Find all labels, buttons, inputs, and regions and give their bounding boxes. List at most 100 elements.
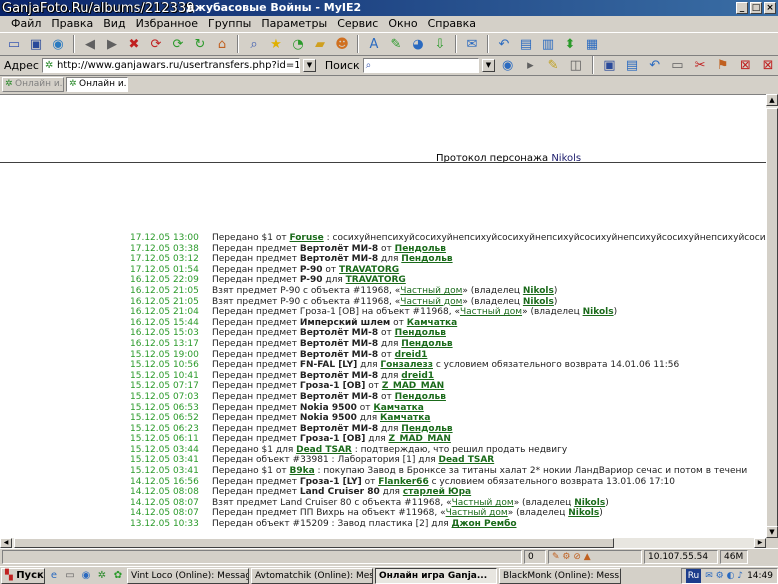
player-link[interactable]: Foruse [289,233,323,243]
back-icon[interactable]: ◀ [80,34,100,54]
desktop-icon[interactable]: ▭ [63,569,77,583]
tab-online-1[interactable]: ✲ Онлайн и... [2,77,64,92]
forward-icon[interactable]: ▶ [102,34,122,54]
stop-icon[interactable]: ✖ [124,34,144,54]
highlight-icon[interactable]: ✎ [386,34,406,54]
search-input[interactable]: ⌕ [362,57,480,73]
messenger-icon[interactable]: ✿ [111,569,125,583]
highlight-search-icon[interactable]: ✎ [543,55,563,75]
vertical-scrollbar[interactable]: ▲ ▼ [766,94,778,538]
search-options-icon[interactable]: ▸ [521,55,541,75]
task-vint-loco[interactable]: Vint Loco (Online): Messag... [127,567,249,584]
task-avtomatchik[interactable]: Avtomatchik (Online): Mes... [251,567,373,584]
task-blackmonk[interactable]: BlackMonk (Online): Mess... [499,567,621,584]
refresh-current-icon[interactable]: ↻ [190,34,210,54]
player-link[interactable]: Z_MAD_MAN [388,434,450,444]
grid-icon[interactable]: ▦ [582,34,602,54]
page-view-icon[interactable]: ▭ [668,55,688,75]
menu-help[interactable]: Справка [423,16,481,32]
object-link[interactable]: Частный дом [446,508,508,518]
object-link[interactable]: Частный дом [400,286,462,296]
player-link[interactable]: Nikols [583,307,614,317]
scroll-down-icon[interactable]: ▼ [766,526,778,538]
player-link[interactable]: Dead TSAR [438,455,494,465]
search-icon[interactable]: ⌕ [244,34,264,54]
player-link[interactable]: Пендольв [401,339,452,349]
player-link[interactable]: Z_MAD_MAN [382,381,444,391]
player-link[interactable]: Камчатка [373,403,423,413]
object-link[interactable]: Частный дом [452,498,514,508]
player-link[interactable]: Nikols [523,286,554,296]
history-icon[interactable]: ◔ [288,34,308,54]
browser-quick-icon[interactable]: ◉ [79,569,93,583]
font-icon[interactable]: A [364,34,384,54]
player-link[interactable]: Камчатка [380,413,430,423]
user-icon[interactable]: ☻ [332,34,352,54]
player-link[interactable]: Джон Рембо [452,519,517,529]
favorites-icon[interactable]: ★ [266,34,286,54]
refresh-all-icon[interactable]: ⟳ [168,34,188,54]
refresh-icon[interactable]: ⟳ [146,34,166,54]
search-go-icon[interactable]: ◉ [498,55,518,75]
search-dropdown-button[interactable]: ▼ [482,58,495,72]
back-nav-icon[interactable]: ↶ [645,55,665,75]
player-link[interactable]: Flanker66 [378,477,429,487]
scroll-right-icon[interactable]: ▶ [754,538,766,548]
home-icon[interactable]: ⌂ [212,34,232,54]
tab-online-2[interactable]: ✲ Онлайн и... [66,77,128,92]
close-tab-icon[interactable]: ⊠ [736,55,756,75]
menu-file[interactable]: Файл [6,16,46,32]
layout-icon[interactable]: ▤ [516,34,536,54]
player-link[interactable]: Dead TSAR [296,445,352,455]
tray-icons[interactable]: ✉ ⚙ ◐ ♪ [705,569,743,583]
scroll-left-icon[interactable]: ◀ [0,538,12,548]
maximize-button[interactable]: □ [750,2,762,14]
player-link[interactable]: Nikols [568,508,599,518]
menu-view[interactable]: Вид [98,16,130,32]
clear-search-icon[interactable]: ◫ [566,55,586,75]
address-input[interactable]: ✲ http://www.ganjawars.ru/usertransfers.… [41,57,300,73]
player-link[interactable]: dreid1 [395,350,428,360]
globe-icon[interactable]: ◉ [48,34,68,54]
download-icon[interactable]: ⇩ [430,34,450,54]
scroll-thumb[interactable] [766,108,778,528]
player-link[interactable]: Пендольв [401,424,452,434]
menu-favorites[interactable]: Избранное [131,16,203,32]
language-indicator[interactable]: Ru [685,568,702,583]
player-link[interactable]: Пендольв [395,392,446,402]
player-link[interactable]: Nikols [523,297,554,307]
player-link[interactable]: TRAVATORG [339,265,399,275]
undo-icon[interactable]: ↶ [494,34,514,54]
player-link[interactable]: Пендольв [395,328,446,338]
browser-icon[interactable]: ◕ [408,34,428,54]
arrange-icon[interactable]: ⬍ [560,34,580,54]
tools-icon[interactable]: ✂ [690,55,710,75]
leaf-quick-icon[interactable]: ✲ [95,569,109,583]
scroll-up-icon[interactable]: ▲ [766,94,778,106]
save-page-icon[interactable]: ▣ [600,55,620,75]
new-icon[interactable]: ▭ [4,34,24,54]
menu-edit[interactable]: Правка [46,16,98,32]
flag-icon[interactable]: ⚑ [713,55,733,75]
player-link[interactable]: B9ka [289,466,314,476]
menu-tools[interactable]: Сервис [332,16,383,32]
player-link[interactable]: dreid1 [401,371,434,381]
close-all-icon[interactable]: ⊠ [758,55,778,75]
save-icon[interactable]: ▣ [26,34,46,54]
popup-blocker-icon[interactable]: ✎ ⚙ ⊘ ▲ [552,552,591,562]
player-link[interactable]: Nikols [574,498,605,508]
menu-options[interactable]: Параметры [256,16,332,32]
object-link[interactable]: Частный дом [460,307,522,317]
player-link[interactable]: TRAVATORG [346,275,406,285]
menu-window[interactable]: Окно [383,16,422,32]
close-button[interactable]: × [764,2,776,14]
task-online-game[interactable]: Онлайн игра Ganja... [375,567,497,584]
mail-icon[interactable]: ✉ [462,34,482,54]
minimize-button[interactable]: _ [736,2,748,14]
player-link[interactable]: Пендольв [401,254,452,264]
player-link[interactable]: Гонзалезз [380,360,433,370]
horizontal-scrollbar[interactable]: ◀ ▶ [0,538,766,548]
player-link[interactable]: старлей Юра [403,487,471,497]
object-link[interactable]: Частный дом [400,297,462,307]
address-dropdown-button[interactable]: ▼ [303,58,316,72]
